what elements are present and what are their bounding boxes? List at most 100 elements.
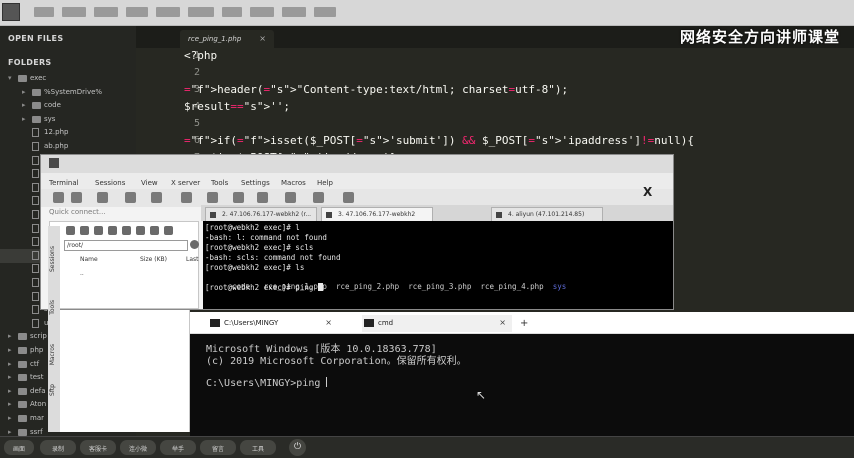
- folder-row[interactable]: ▸ code: [0, 99, 136, 113]
- menu-item[interactable]: [250, 7, 274, 17]
- col-name[interactable]: Name: [80, 256, 98, 263]
- link-icon[interactable]: [164, 226, 173, 235]
- chevron-right-icon[interactable]: ▸: [22, 101, 26, 109]
- menu-settings[interactable]: Settings: [241, 179, 270, 187]
- terminal-prompt-line: [root@webkh2 exec]# ping: [205, 283, 323, 292]
- menu-item[interactable]: [156, 7, 180, 17]
- sftp-path-input[interactable]: /root/: [64, 240, 188, 251]
- folder-icon: [18, 387, 27, 395]
- packages-icon[interactable]: [285, 192, 296, 203]
- menu-item[interactable]: [314, 7, 336, 17]
- sftp-row-parent[interactable]: ..: [80, 270, 84, 277]
- menu-item[interactable]: [126, 7, 148, 17]
- menu-sessions[interactable]: Sessions: [95, 179, 125, 187]
- power-icon[interactable]: ⏻: [289, 439, 306, 456]
- menu-item[interactable]: [188, 7, 214, 17]
- menu-item[interactable]: [34, 7, 54, 17]
- col-size[interactable]: Size (KB): [140, 256, 167, 263]
- sftp-file-list-area[interactable]: [60, 310, 190, 432]
- chevron-down-icon[interactable]: ▾: [8, 74, 12, 82]
- chevron-right-icon[interactable]: ▸: [8, 332, 12, 340]
- new-folder-icon[interactable]: [122, 226, 131, 235]
- delete-icon[interactable]: [150, 226, 159, 235]
- tree-item-label: 12.php: [44, 128, 69, 137]
- chevron-right-icon[interactable]: ▸: [22, 115, 26, 123]
- col-last[interactable]: Last: [186, 256, 199, 263]
- menu-terminal[interactable]: Terminal: [49, 179, 79, 187]
- close-icon[interactable]: ×: [325, 318, 332, 327]
- session-tab-2[interactable]: 2. 47.106.76.177-webkh2 (r...: [205, 207, 317, 221]
- new-file-icon[interactable]: [136, 226, 145, 235]
- servers-icon[interactable]: [71, 192, 82, 203]
- session-icon[interactable]: [53, 192, 64, 203]
- session-tab-4[interactable]: 4. aliyun (47.101.214.85): [491, 207, 603, 221]
- side-tab-macros[interactable]: Macros: [49, 344, 56, 365]
- file-row[interactable]: 12.php: [0, 126, 136, 140]
- help-icon[interactable]: [343, 192, 354, 203]
- sessions-icon[interactable]: [151, 192, 162, 203]
- chevron-right-icon[interactable]: ▸: [8, 373, 12, 381]
- menu-tools[interactable]: Tools: [211, 179, 228, 187]
- app-icon[interactable]: [2, 3, 20, 21]
- tunneling-icon[interactable]: [257, 192, 268, 203]
- folder-icon: [18, 415, 27, 422]
- menu-item[interactable]: [94, 7, 118, 17]
- folder-row[interactable]: ▸ %SystemDrive%: [0, 86, 136, 100]
- view-icon[interactable]: [181, 192, 192, 203]
- path-go-icon[interactable]: [190, 240, 199, 249]
- chevron-right-icon[interactable]: ▸: [8, 360, 12, 368]
- chevron-right-icon[interactable]: ▸: [8, 387, 12, 395]
- console-icon: [364, 319, 374, 327]
- upload-icon[interactable]: [94, 226, 103, 235]
- games-icon[interactable]: [125, 192, 136, 203]
- tree-item-label: %SystemDrive%: [44, 87, 103, 96]
- mobaxterm-exit-button[interactable]: X: [643, 185, 652, 199]
- tools-icon[interactable]: [97, 192, 108, 203]
- ssh-terminal[interactable]: [root@webkh2 exec]# l -bash: l: command …: [203, 221, 673, 309]
- split-icon[interactable]: [207, 192, 218, 203]
- quick-connect-input[interactable]: Quick connect...: [49, 205, 179, 219]
- close-icon[interactable]: ×: [499, 318, 506, 327]
- chevron-right-icon[interactable]: ▸: [8, 428, 12, 436]
- cmd-tab-cmd[interactable]: cmd ×: [362, 315, 512, 332]
- side-tab-tools[interactable]: Tools: [49, 300, 56, 315]
- toolbar-button-raise-hand[interactable]: 举手: [160, 440, 196, 455]
- multiexec-icon[interactable]: [233, 192, 244, 203]
- toolbar-button-service[interactable]: 客服卡: [80, 440, 116, 455]
- menu-item[interactable]: [282, 7, 306, 17]
- menu-macros[interactable]: Macros: [281, 179, 306, 187]
- menu-help[interactable]: Help: [317, 179, 333, 187]
- file-icon: [32, 305, 39, 315]
- chevron-right-icon[interactable]: ▸: [8, 346, 12, 354]
- tree-item-label: mar: [30, 414, 44, 422]
- session-tab-3[interactable]: 3. 47.106.76.177-webkh2: [321, 207, 433, 221]
- toolbar-button-message[interactable]: 留言: [200, 440, 236, 455]
- close-icon[interactable]: ×: [259, 34, 266, 43]
- toolbar-button-screen[interactable]: 画面: [4, 440, 34, 455]
- menu-item[interactable]: [62, 7, 86, 17]
- refresh-icon[interactable]: [108, 226, 117, 235]
- folder-row[interactable]: ▸ sys: [0, 113, 136, 127]
- menu-view[interactable]: View: [141, 179, 158, 187]
- folder-up-icon[interactable]: [66, 226, 75, 235]
- file-row[interactable]: ab.php: [0, 140, 136, 154]
- settings-icon[interactable]: [313, 192, 324, 203]
- menu-xserver[interactable]: X server: [171, 179, 200, 187]
- editor-tab-rce-ping-1[interactable]: rce_ping_1.php ×: [180, 30, 274, 48]
- menu-item[interactable]: [222, 7, 242, 17]
- toolbar-button-connect[interactable]: 连小微: [120, 440, 156, 455]
- terminal-icon: [210, 212, 216, 218]
- cmd-tab-users[interactable]: C:\Users\MINGY ×: [208, 315, 338, 332]
- toolbar-button-record[interactable]: 录制: [40, 440, 76, 455]
- new-tab-button[interactable]: +: [520, 318, 528, 329]
- side-tab-sftp[interactable]: Sftp: [49, 384, 56, 396]
- folder-row[interactable]: ▾ exec: [0, 72, 136, 86]
- cmd-console[interactable]: Microsoft Windows [版本 10.0.18363.778] (c…: [190, 334, 854, 436]
- download-icon[interactable]: [80, 226, 89, 235]
- side-tab-sessions[interactable]: Sessions: [49, 246, 56, 272]
- terminal-line: [root@webkh2 exec]# ls: [205, 263, 305, 272]
- chevron-right-icon[interactable]: ▸: [8, 414, 12, 422]
- toolbar-button-tools[interactable]: 工具: [240, 440, 276, 455]
- chevron-right-icon[interactable]: ▸: [8, 400, 12, 408]
- chevron-right-icon[interactable]: ▸: [22, 88, 26, 96]
